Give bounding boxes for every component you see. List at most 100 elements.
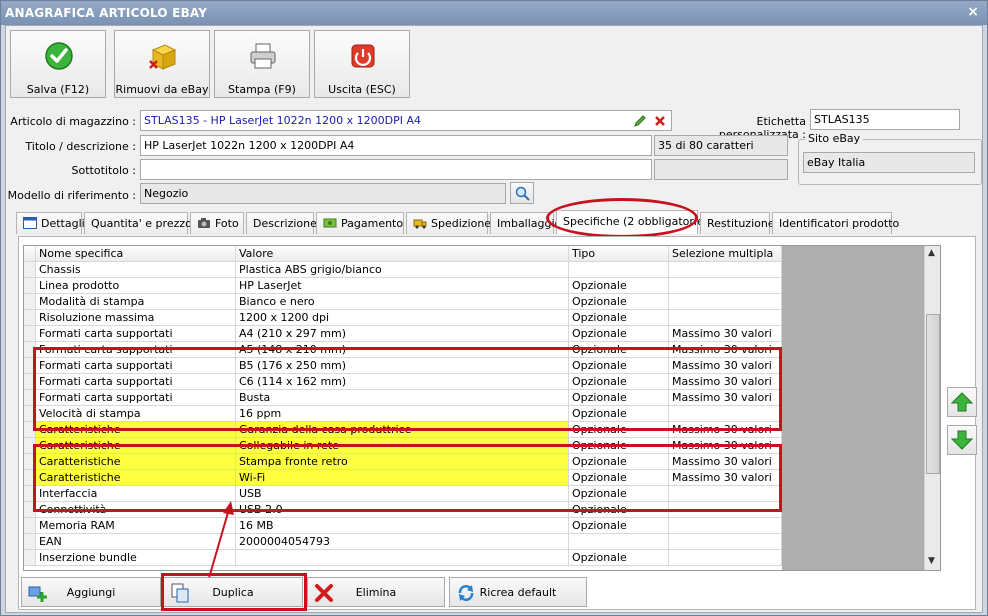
model-field[interactable]: Negozio — [140, 183, 506, 204]
window-title: ANAGRAFICA ARTICOLO EBAY — [5, 6, 208, 20]
spec-name-cell[interactable]: Chassis — [36, 262, 236, 278]
scroll-up-icon[interactable]: ▲ — [928, 248, 935, 258]
spec-type-cell[interactable]: Opzionale — [569, 310, 669, 326]
article-label: Articolo di magazzino : — [10, 115, 136, 128]
spec-type-cell[interactable]: Opzionale — [569, 294, 669, 310]
header-multiple[interactable]: Selezione multipla — [669, 246, 782, 262]
tab-quantity-price-label: Quantita' e prezzo — [91, 217, 192, 230]
spec-name-cell[interactable]: Linea prodotto — [36, 278, 236, 294]
title-counter-text: 35 di 80 caratteri — [658, 139, 754, 152]
spec-multiple-cell[interactable] — [669, 262, 782, 278]
header-value[interactable]: Valore — [236, 246, 569, 262]
clear-icon[interactable] — [653, 114, 667, 128]
paper-formats-annotation — [33, 347, 782, 431]
header-name[interactable]: Nome specifica — [36, 246, 236, 262]
header-type[interactable]: Tipo — [569, 246, 669, 262]
spec-value-cell[interactable]: Bianco e nero — [236, 294, 569, 310]
move-down-button[interactable] — [947, 425, 977, 455]
tab-payment-label: Pagamento — [341, 217, 404, 230]
grid-scrollbar[interactable]: ▲ ▼ — [924, 246, 940, 570]
spec-value-cell[interactable] — [236, 550, 569, 566]
delete-button[interactable]: Elimina — [307, 577, 445, 607]
features-annotation — [33, 444, 782, 512]
spec-name-cell[interactable]: Formati carta supportati — [36, 326, 236, 342]
save-button-label: Salva (F12) — [26, 83, 90, 96]
printer-icon — [250, 43, 276, 69]
spec-type-cell[interactable]: Opzionale — [569, 550, 669, 566]
scroll-down-icon[interactable]: ▼ — [928, 556, 935, 566]
spec-type-cell[interactable]: Opzionale — [569, 326, 669, 342]
spec-multiple-cell[interactable] — [669, 518, 782, 534]
tab-payment[interactable]: Pagamento — [316, 212, 404, 234]
scroll-thumb[interactable] — [926, 314, 940, 474]
spec-name-cell[interactable]: Modalità di stampa — [36, 294, 236, 310]
tab-shipping[interactable]: Spedizione — [406, 212, 491, 234]
table-row[interactable]: EAN 2000004054793 — [24, 534, 782, 550]
tab-details[interactable]: Dettagli — [16, 212, 85, 234]
title-value: HP LaserJet 1022n 1200 x 1200DPI A4 — [144, 139, 355, 152]
exit-button[interactable]: Uscita (ESC) — [314, 30, 410, 98]
spec-multiple-cell[interactable] — [669, 294, 782, 310]
spec-type-cell[interactable]: Opzionale — [569, 278, 669, 294]
title-label: Titolo / descrizione : — [25, 140, 136, 153]
shipping-icon — [413, 219, 427, 229]
remove-from-ebay-label: Rimuovi da eBay — [115, 83, 209, 96]
move-up-button[interactable] — [947, 387, 977, 417]
spec-value-cell[interactable]: 1200 x 1200 dpi — [236, 310, 569, 326]
table-row[interactable]: Chassis Plastica ABS grigio/bianco — [24, 262, 782, 278]
spec-type-cell[interactable] — [569, 534, 669, 550]
spec-multiple-cell[interactable] — [669, 278, 782, 294]
row-indicator — [24, 326, 36, 342]
tab-returns-label: Restituzione — [707, 217, 775, 230]
remove-from-ebay-button[interactable]: Rimuovi da eBay — [114, 30, 210, 98]
edit-icon[interactable] — [633, 114, 647, 128]
spec-name-cell[interactable]: Risoluzione massima — [36, 310, 236, 326]
print-button[interactable]: Stampa (F9) — [214, 30, 310, 98]
spec-value-cell[interactable]: A4 (210 x 297 mm) — [236, 326, 569, 342]
close-icon[interactable]: × — [967, 4, 979, 20]
arrow-down-icon — [951, 430, 973, 450]
row-indicator — [24, 518, 36, 534]
custom-label-field[interactable]: STLAS135 — [810, 109, 960, 130]
spec-value-cell[interactable]: Plastica ABS grigio/bianco — [236, 262, 569, 278]
title-field[interactable]: HP LaserJet 1022n 1200 x 1200DPI A4 — [140, 135, 652, 156]
tab-description[interactable]: Descrizione — [246, 212, 317, 234]
box-remove-icon — [149, 44, 177, 70]
exit-button-label: Uscita (ESC) — [328, 83, 396, 96]
ebay-site-value: eBay Italia — [807, 156, 866, 169]
tab-quantity-price[interactable]: Quantita' e prezzo — [84, 212, 192, 234]
delete-button-label: Elimina — [355, 586, 397, 599]
tab-packaging[interactable]: Imballaggio — [490, 212, 561, 234]
spec-multiple-cell[interactable]: Massimo 30 valori — [669, 326, 782, 342]
spec-multiple-cell[interactable] — [669, 534, 782, 550]
article-field[interactable]: STLAS135 - HP LaserJet 1022n 1200 x 1200… — [140, 110, 672, 131]
tab-product-identifiers[interactable]: Identificatori prodotto — [772, 212, 899, 234]
custom-label-value: STLAS135 — [814, 113, 870, 126]
tab-photos[interactable]: Foto — [190, 212, 244, 234]
title-bar: ANAGRAFICA ARTICOLO EBAY × — [1, 1, 987, 25]
table-row[interactable]: Risoluzione massima 1200 x 1200 dpi Opzion… — [24, 310, 782, 326]
dialog-body: Salva (F12) Rimuovi da eBay Stampa (F9) — [5, 25, 983, 613]
subtitle-field[interactable] — [140, 159, 652, 180]
save-button[interactable]: Salva (F12) — [10, 30, 106, 98]
tab-returns[interactable]: Restituzione — [700, 212, 775, 234]
row-indicator — [24, 550, 36, 566]
table-row[interactable]: Linea prodotto HP LaserJet Opzionale — [24, 278, 782, 294]
spec-multiple-cell[interactable] — [669, 550, 782, 566]
check-icon — [45, 42, 73, 70]
model-search-button[interactable] — [510, 182, 534, 204]
recreate-default-button-label: Ricrea default — [479, 586, 557, 599]
spec-type-cell[interactable] — [569, 262, 669, 278]
spec-multiple-cell[interactable] — [669, 310, 782, 326]
spec-value-cell[interactable]: 2000004054793 — [236, 534, 569, 550]
table-row[interactable]: Inserzione bundle Opzionale — [24, 550, 782, 566]
spec-type-cell[interactable]: Opzionale — [569, 518, 669, 534]
table-row[interactable]: Formati carta supportati A4 (210 x 297 mm… — [24, 326, 782, 342]
table-row[interactable]: Memoria RAM 16 MB Opzionale — [24, 518, 782, 534]
ebay-site-field: eBay Italia — [803, 152, 975, 173]
add-button[interactable]: Aggiungi — [21, 577, 161, 607]
spec-value-cell[interactable]: HP LaserJet — [236, 278, 569, 294]
recreate-default-button[interactable]: Ricrea default — [449, 577, 587, 607]
table-row[interactable]: Modalità di stampa Bianco e nero Opzionale — [24, 294, 782, 310]
spec-value-cell[interactable]: 16 MB — [236, 518, 569, 534]
